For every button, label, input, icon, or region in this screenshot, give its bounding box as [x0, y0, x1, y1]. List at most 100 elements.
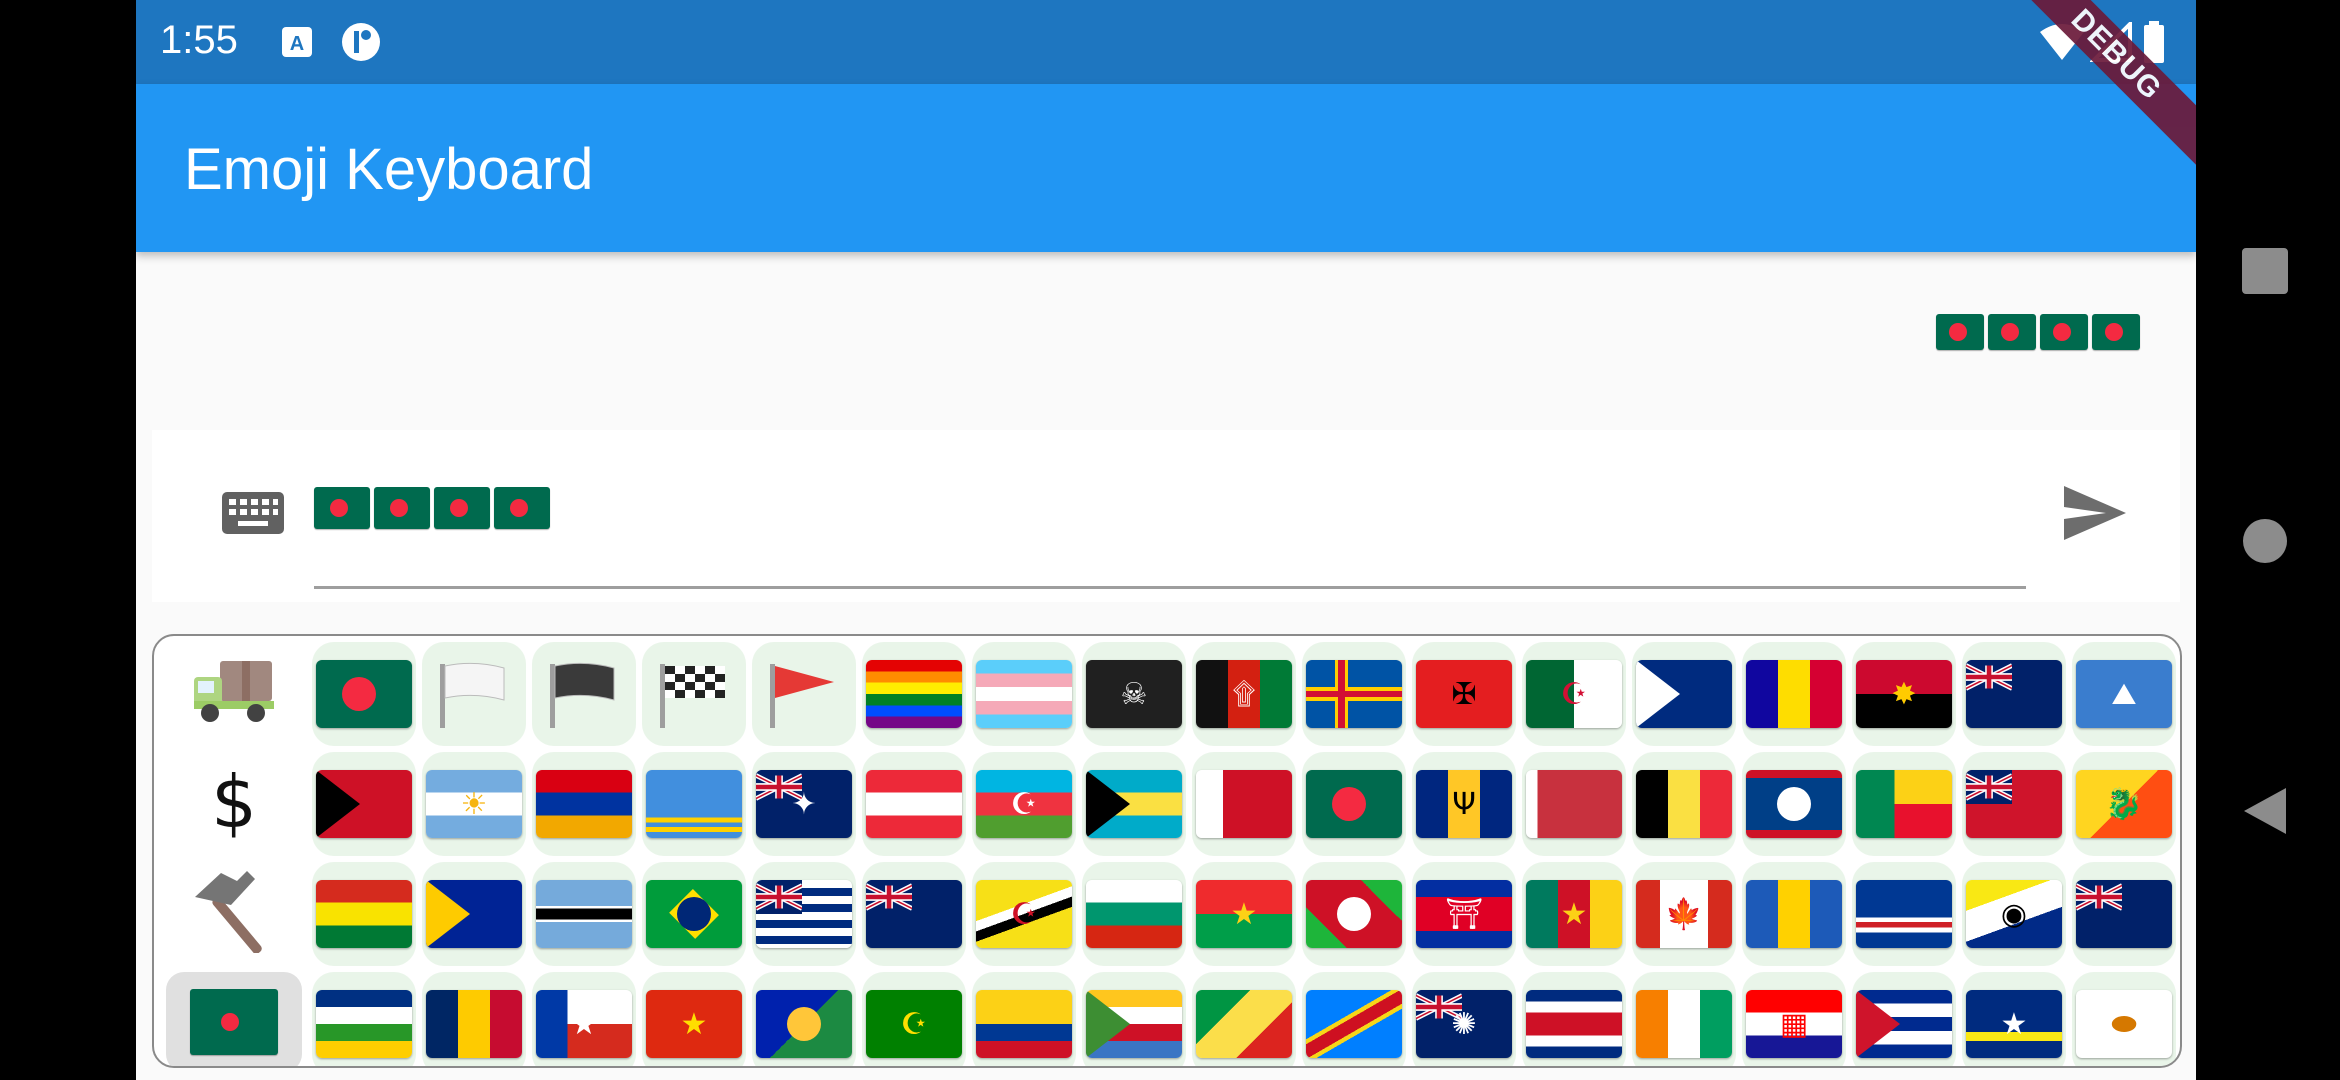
flag-azerbaijan: ☪: [976, 770, 1072, 838]
emoji-cell[interactable]: [312, 752, 416, 856]
emoji-cell[interactable]: [752, 642, 856, 746]
emoji-cell[interactable]: [1742, 862, 1846, 966]
emoji-cell[interactable]: [862, 642, 966, 746]
flag-comoros: [1086, 990, 1182, 1058]
emoji-cell[interactable]: [1302, 642, 1406, 746]
emoji-cell[interactable]: [1302, 972, 1406, 1066]
emoji-cell[interactable]: [862, 862, 966, 966]
emoji-cell[interactable]: 🍁: [1632, 862, 1736, 966]
emoji-cell[interactable]: [1962, 642, 2066, 746]
send-button[interactable]: [2062, 484, 2128, 547]
flag-white-flag: [426, 660, 522, 728]
emoji-cell[interactable]: [1852, 752, 1956, 856]
emoji-cell[interactable]: ▦: [1742, 972, 1846, 1066]
emoji-cell[interactable]: [532, 642, 636, 746]
category-tab-travel[interactable]: [166, 642, 302, 742]
emoji-cell[interactable]: [532, 752, 636, 856]
emoji-cell[interactable]: [1632, 972, 1736, 1066]
emoji-cell[interactable]: [642, 752, 746, 856]
emoji-cell[interactable]: ☪: [862, 972, 966, 1066]
emoji-cell[interactable]: ☠: [1082, 642, 1186, 746]
flag-bangladesh: [2092, 314, 2140, 350]
emoji-cell[interactable]: ⛰: [2072, 642, 2176, 746]
emoji-cell[interactable]: 🐉: [2072, 752, 2176, 856]
emoji-cell[interactable]: ⛩: [1412, 862, 1516, 966]
emoji-cell[interactable]: [1632, 642, 1736, 746]
emoji-cell[interactable]: [312, 642, 416, 746]
flag-china: ★: [646, 990, 742, 1058]
emoji-cell[interactable]: ⬬: [2072, 972, 2176, 1066]
flag-bangladesh: [2040, 314, 2088, 350]
category-tabs: $: [166, 642, 306, 1066]
emoji-cell[interactable]: [1082, 752, 1186, 856]
emoji-cell[interactable]: ✠: [1412, 642, 1516, 746]
emoji-cell[interactable]: ☪: [1522, 642, 1626, 746]
emoji-picker: $ ☠ ۩ ✠ ☪ ✸ ⛰ ☀ ✦ ☪ Ψ 🐉 ☪ ★ ⛩ ★ 🍁 ◉ ★ ★ ☪ ✺ ▦ ★ ⬬: [152, 634, 2182, 1068]
emoji-cell[interactable]: [422, 862, 526, 966]
message-input[interactable]: [314, 478, 2026, 538]
emoji-cell[interactable]: ✦: [752, 752, 856, 856]
emoji-cell[interactable]: ✺: [1412, 972, 1516, 1066]
emoji-cell[interactable]: ★: [1522, 862, 1626, 966]
keyboard-icon[interactable]: [222, 492, 284, 539]
emoji-cell[interactable]: [1742, 642, 1846, 746]
flag-colombia: [976, 990, 1072, 1058]
emoji-cell[interactable]: [422, 972, 526, 1066]
emoji-cell[interactable]: [1742, 752, 1846, 856]
emoji-cell[interactable]: [2072, 862, 2176, 966]
emoji-cell[interactable]: ◉: [1962, 862, 2066, 966]
emoji-cell[interactable]: [1522, 972, 1626, 1066]
emoji-cell[interactable]: [1852, 862, 1956, 966]
flag-burkina-faso: ★: [1196, 880, 1292, 948]
emoji-cell[interactable]: [972, 642, 1076, 746]
sent-message: [1936, 314, 2140, 354]
flag-congo-brazzaville: [1196, 990, 1292, 1058]
home-button[interactable]: [2242, 518, 2288, 569]
emoji-cell[interactable]: ☪: [972, 752, 1076, 856]
emoji-cell[interactable]: [1082, 972, 1186, 1066]
recents-button[interactable]: [2242, 248, 2288, 299]
emoji-grid: ☠ ۩ ✠ ☪ ✸ ⛰ ☀ ✦ ☪ Ψ 🐉 ☪ ★ ⛩ ★ 🍁 ◉ ★ ★ ☪ ✺ ▦ ★ ⬬: [312, 642, 2176, 1066]
flag-bangladesh: [494, 487, 550, 529]
emoji-cell[interactable]: [752, 972, 856, 1066]
emoji-cell[interactable]: [642, 862, 746, 966]
emoji-cell[interactable]: ☪: [972, 862, 1076, 966]
emoji-cell[interactable]: ✸: [1852, 642, 1956, 746]
emoji-cell[interactable]: ★: [532, 972, 636, 1066]
emoji-cell[interactable]: [862, 752, 966, 856]
category-tab-symbols[interactable]: $: [166, 752, 302, 852]
flag-bhutan: 🐉: [2076, 770, 2172, 838]
emoji-cell[interactable]: [1302, 862, 1406, 966]
emoji-cell[interactable]: ☀: [422, 752, 526, 856]
emoji-cell[interactable]: [1192, 972, 1296, 1066]
emoji-cell[interactable]: [1962, 752, 2066, 856]
back-button[interactable]: [2242, 786, 2288, 841]
emoji-cell[interactable]: ★: [1192, 862, 1296, 966]
flag-cura-ao-stripes: [1746, 880, 1842, 948]
emoji-cell[interactable]: ۩: [1192, 642, 1296, 746]
emoji-cell[interactable]: [312, 862, 416, 966]
emoji-cell[interactable]: [312, 972, 416, 1066]
emoji-cell[interactable]: ★: [642, 972, 746, 1066]
flag-black-flag: [536, 660, 632, 728]
flag-cuba: [1856, 990, 1952, 1058]
flag-cura-ao: ★: [1966, 990, 2062, 1058]
emoji-cell[interactable]: [1852, 972, 1956, 1066]
emoji-cell[interactable]: [972, 972, 1076, 1066]
emoji-cell[interactable]: Ψ: [1412, 752, 1516, 856]
emoji-cell[interactable]: ★: [1962, 972, 2066, 1066]
bangladesh-flag-icon: [190, 989, 278, 1055]
emoji-cell[interactable]: [532, 862, 636, 966]
flag-bulgaria: [1086, 880, 1182, 948]
category-tab-objects[interactable]: [166, 862, 302, 962]
emoji-cell[interactable]: [422, 642, 526, 746]
category-tab-flags[interactable]: [166, 972, 302, 1066]
emoji-cell[interactable]: [642, 642, 746, 746]
emoji-cell[interactable]: [752, 862, 856, 966]
emoji-cell[interactable]: [1192, 752, 1296, 856]
emoji-cell[interactable]: [1302, 752, 1406, 856]
flag-chad: [426, 990, 522, 1058]
emoji-cell[interactable]: [1632, 752, 1736, 856]
emoji-cell[interactable]: [1522, 752, 1626, 856]
emoji-cell[interactable]: [1082, 862, 1186, 966]
